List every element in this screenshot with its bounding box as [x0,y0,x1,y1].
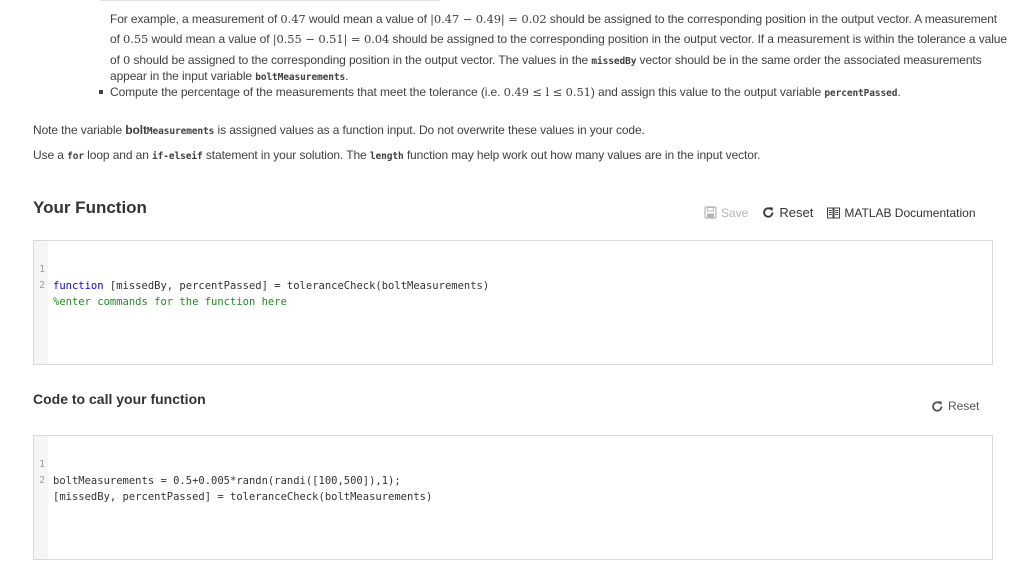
inline-code: percentPassed [824,88,898,99]
text: ) and assign this value to the output va… [590,85,825,99]
inline-code: missedBy [591,56,637,67]
reset-icon [762,206,775,219]
line-number: 2 [39,280,45,291]
math-expression: 0.49 ≤ l ≤ 0.51 [503,85,591,99]
bullet-item: Compute the percentage of the measuremen… [110,84,901,102]
code-line: 2 [missedBy, percentPassed] = toleranceC… [34,457,432,503]
reset-label: Reset [779,205,814,220]
math-expression: |0.55 − 0.51| = 0.04 [272,32,390,46]
text: . [345,69,349,83]
math-value: 0.47 [280,12,306,26]
bold-text: bolt [125,123,147,137]
save-icon [704,206,717,219]
text: loop and an [83,148,153,162]
text: Use a [33,148,68,162]
math-expression: |0.47 − 0.49| = 0.02 [430,12,547,26]
text: vector should be in the same order the a… [636,53,982,67]
code-line: 1 function [missedBy, percentPassed] = t… [34,246,489,292]
call-reset-button[interactable]: Reset [931,399,979,413]
inline-code: if-elseif [152,151,203,162]
text: is assigned values as a function input. … [214,123,645,137]
documentation-icon [827,207,841,219]
text: would mean a value of [148,32,273,46]
paragraph-line-1: For example, a measurement of 0.47 would… [110,11,997,27]
code-line: 2 %enter commands for the function here [34,262,287,308]
top-divider [100,0,440,1]
reset-icon [931,400,944,413]
code-text: boltMeasurements = 0.5+0.005*randn(randi… [53,475,401,487]
text: Compute the percentage of the measuremen… [110,85,504,99]
inline-code: for [67,151,84,162]
code-text: [missedBy, percentPassed] = toleranceChe… [103,280,490,292]
text: would mean a value of [305,12,431,26]
note-paragraph: Note the variable boltMeasurements is as… [33,122,645,140]
line-number: 2 [39,475,45,486]
code-line: 1 boltMeasurements = 0.5+0.005*randn(ran… [34,441,400,487]
reset-label: Reset [948,399,980,413]
matlab-documentation-link[interactable]: MATLAB Documentation [827,205,976,220]
inline-code: length [369,151,404,162]
call-toolbar: Reset [931,399,979,413]
function-toolbar: Save Reset MATLAB Documentation [704,205,976,220]
documentation-label: MATLAB Documentation [844,205,976,220]
text: For example, a measurement of [110,12,281,26]
use-paragraph: Use a for loop and an if-elseif statemen… [33,147,760,165]
text: . [897,85,901,99]
code-text: [missedBy, percentPassed] = toleranceChe… [53,491,433,503]
text: statement in your solution. The [202,148,370,162]
your-function-title: Your Function [33,198,147,217]
function-code-editor[interactable]: 1 function [missedBy, percentPassed] = t… [33,240,993,365]
reset-button[interactable]: Reset [762,205,813,220]
paragraph-line-2: of 0.55 would mean a value of |0.55 − 0.… [110,31,1007,47]
math-value: 0.55 [123,32,149,46]
call-code-editor[interactable]: 1 boltMeasurements = 0.5+0.005*randn(ran… [33,435,993,560]
keyword: function [53,280,104,292]
inline-code: Measurements [146,126,215,137]
save-label: Save [721,205,749,220]
text: should be assigned to the corresponding … [546,12,998,26]
save-button[interactable]: Save [704,206,748,220]
text: should be assigned to the corresponding … [130,53,592,67]
bullet-marker [99,90,103,94]
text: function may help work out how many valu… [403,148,761,162]
text: should be assigned to the corresponding … [389,32,1007,46]
text: of [110,53,124,67]
inline-code: boltMeasurements [255,72,346,83]
text: appear in the input variable [110,69,256,83]
text: of [110,32,124,46]
code-comment: %enter commands for the function here [53,296,287,308]
call-function-title: Code to call your function [33,391,206,407]
text: Note the variable [33,123,126,137]
